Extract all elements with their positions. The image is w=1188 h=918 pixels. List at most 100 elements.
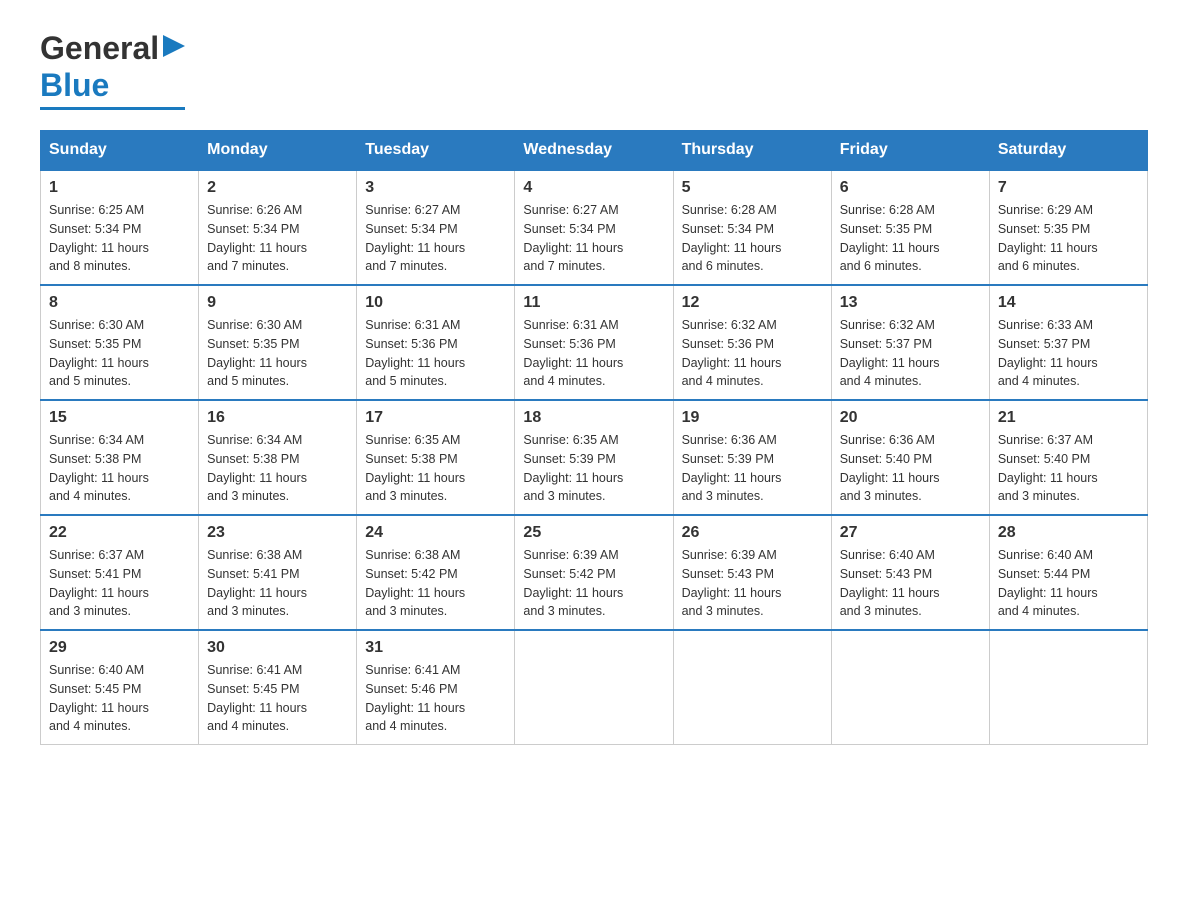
day-number: 30 xyxy=(207,639,348,657)
day-info: Sunrise: 6:40 AM Sunset: 5:45 PM Dayligh… xyxy=(49,663,149,733)
day-number: 11 xyxy=(523,294,664,312)
calendar-cell: 28 Sunrise: 6:40 AM Sunset: 5:44 PM Dayl… xyxy=(989,515,1147,630)
calendar-cell xyxy=(989,630,1147,745)
day-number: 20 xyxy=(840,409,981,427)
day-info: Sunrise: 6:28 AM Sunset: 5:35 PM Dayligh… xyxy=(840,203,940,273)
calendar-cell: 13 Sunrise: 6:32 AM Sunset: 5:37 PM Dayl… xyxy=(831,285,989,400)
logo-general: General xyxy=(40,30,159,67)
day-number: 18 xyxy=(523,409,664,427)
day-info: Sunrise: 6:34 AM Sunset: 5:38 PM Dayligh… xyxy=(49,433,149,503)
day-number: 23 xyxy=(207,524,348,542)
day-info: Sunrise: 6:32 AM Sunset: 5:36 PM Dayligh… xyxy=(682,318,782,388)
day-info: Sunrise: 6:40 AM Sunset: 5:44 PM Dayligh… xyxy=(998,548,1098,618)
calendar-cell: 16 Sunrise: 6:34 AM Sunset: 5:38 PM Dayl… xyxy=(199,400,357,515)
calendar-cell: 15 Sunrise: 6:34 AM Sunset: 5:38 PM Dayl… xyxy=(41,400,199,515)
day-info: Sunrise: 6:35 AM Sunset: 5:39 PM Dayligh… xyxy=(523,433,623,503)
day-number: 31 xyxy=(365,639,506,657)
calendar-cell: 6 Sunrise: 6:28 AM Sunset: 5:35 PM Dayli… xyxy=(831,170,989,285)
day-number: 29 xyxy=(49,639,190,657)
day-number: 5 xyxy=(682,179,823,197)
day-info: Sunrise: 6:30 AM Sunset: 5:35 PM Dayligh… xyxy=(207,318,307,388)
day-info: Sunrise: 6:32 AM Sunset: 5:37 PM Dayligh… xyxy=(840,318,940,388)
calendar-cell: 3 Sunrise: 6:27 AM Sunset: 5:34 PM Dayli… xyxy=(357,170,515,285)
calendar-cell: 5 Sunrise: 6:28 AM Sunset: 5:34 PM Dayli… xyxy=(673,170,831,285)
calendar-cell: 20 Sunrise: 6:36 AM Sunset: 5:40 PM Dayl… xyxy=(831,400,989,515)
day-info: Sunrise: 6:41 AM Sunset: 5:46 PM Dayligh… xyxy=(365,663,465,733)
calendar-cell: 26 Sunrise: 6:39 AM Sunset: 5:43 PM Dayl… xyxy=(673,515,831,630)
calendar-cell: 30 Sunrise: 6:41 AM Sunset: 5:45 PM Dayl… xyxy=(199,630,357,745)
page-header: General Blue xyxy=(40,30,1148,110)
day-number: 22 xyxy=(49,524,190,542)
day-info: Sunrise: 6:31 AM Sunset: 5:36 PM Dayligh… xyxy=(365,318,465,388)
day-number: 7 xyxy=(998,179,1139,197)
calendar-cell xyxy=(831,630,989,745)
day-info: Sunrise: 6:26 AM Sunset: 5:34 PM Dayligh… xyxy=(207,203,307,273)
day-number: 16 xyxy=(207,409,348,427)
calendar-cell: 8 Sunrise: 6:30 AM Sunset: 5:35 PM Dayli… xyxy=(41,285,199,400)
day-number: 6 xyxy=(840,179,981,197)
day-number: 2 xyxy=(207,179,348,197)
calendar-cell: 12 Sunrise: 6:32 AM Sunset: 5:36 PM Dayl… xyxy=(673,285,831,400)
weekday-header-tuesday: Tuesday xyxy=(357,131,515,171)
calendar-cell: 18 Sunrise: 6:35 AM Sunset: 5:39 PM Dayl… xyxy=(515,400,673,515)
calendar-cell: 7 Sunrise: 6:29 AM Sunset: 5:35 PM Dayli… xyxy=(989,170,1147,285)
day-info: Sunrise: 6:35 AM Sunset: 5:38 PM Dayligh… xyxy=(365,433,465,503)
day-info: Sunrise: 6:27 AM Sunset: 5:34 PM Dayligh… xyxy=(523,203,623,273)
day-info: Sunrise: 6:30 AM Sunset: 5:35 PM Dayligh… xyxy=(49,318,149,388)
day-info: Sunrise: 6:38 AM Sunset: 5:41 PM Dayligh… xyxy=(207,548,307,618)
day-number: 25 xyxy=(523,524,664,542)
day-number: 27 xyxy=(840,524,981,542)
day-info: Sunrise: 6:31 AM Sunset: 5:36 PM Dayligh… xyxy=(523,318,623,388)
calendar-table: SundayMondayTuesdayWednesdayThursdayFrid… xyxy=(40,130,1148,745)
day-info: Sunrise: 6:36 AM Sunset: 5:40 PM Dayligh… xyxy=(840,433,940,503)
calendar-cell: 2 Sunrise: 6:26 AM Sunset: 5:34 PM Dayli… xyxy=(199,170,357,285)
day-number: 4 xyxy=(523,179,664,197)
calendar-cell: 31 Sunrise: 6:41 AM Sunset: 5:46 PM Dayl… xyxy=(357,630,515,745)
calendar-cell xyxy=(515,630,673,745)
day-info: Sunrise: 6:39 AM Sunset: 5:42 PM Dayligh… xyxy=(523,548,623,618)
day-number: 24 xyxy=(365,524,506,542)
day-info: Sunrise: 6:27 AM Sunset: 5:34 PM Dayligh… xyxy=(365,203,465,273)
day-info: Sunrise: 6:36 AM Sunset: 5:39 PM Dayligh… xyxy=(682,433,782,503)
calendar-cell: 17 Sunrise: 6:35 AM Sunset: 5:38 PM Dayl… xyxy=(357,400,515,515)
day-number: 21 xyxy=(998,409,1139,427)
day-info: Sunrise: 6:28 AM Sunset: 5:34 PM Dayligh… xyxy=(682,203,782,273)
day-info: Sunrise: 6:37 AM Sunset: 5:40 PM Dayligh… xyxy=(998,433,1098,503)
calendar-cell: 21 Sunrise: 6:37 AM Sunset: 5:40 PM Dayl… xyxy=(989,400,1147,515)
calendar-cell: 19 Sunrise: 6:36 AM Sunset: 5:39 PM Dayl… xyxy=(673,400,831,515)
day-number: 19 xyxy=(682,409,823,427)
day-number: 13 xyxy=(840,294,981,312)
day-number: 8 xyxy=(49,294,190,312)
calendar-cell: 24 Sunrise: 6:38 AM Sunset: 5:42 PM Dayl… xyxy=(357,515,515,630)
day-number: 9 xyxy=(207,294,348,312)
day-info: Sunrise: 6:41 AM Sunset: 5:45 PM Dayligh… xyxy=(207,663,307,733)
day-info: Sunrise: 6:33 AM Sunset: 5:37 PM Dayligh… xyxy=(998,318,1098,388)
logo-triangle-icon xyxy=(163,35,185,57)
day-info: Sunrise: 6:40 AM Sunset: 5:43 PM Dayligh… xyxy=(840,548,940,618)
day-info: Sunrise: 6:37 AM Sunset: 5:41 PM Dayligh… xyxy=(49,548,149,618)
logo-blue: Blue xyxy=(40,67,109,104)
day-number: 17 xyxy=(365,409,506,427)
calendar-cell xyxy=(673,630,831,745)
calendar-cell: 27 Sunrise: 6:40 AM Sunset: 5:43 PM Dayl… xyxy=(831,515,989,630)
weekday-header-sunday: Sunday xyxy=(41,131,199,171)
calendar-cell: 4 Sunrise: 6:27 AM Sunset: 5:34 PM Dayli… xyxy=(515,170,673,285)
day-number: 14 xyxy=(998,294,1139,312)
day-info: Sunrise: 6:34 AM Sunset: 5:38 PM Dayligh… xyxy=(207,433,307,503)
calendar-cell: 11 Sunrise: 6:31 AM Sunset: 5:36 PM Dayl… xyxy=(515,285,673,400)
day-info: Sunrise: 6:39 AM Sunset: 5:43 PM Dayligh… xyxy=(682,548,782,618)
day-number: 1 xyxy=(49,179,190,197)
calendar-cell: 29 Sunrise: 6:40 AM Sunset: 5:45 PM Dayl… xyxy=(41,630,199,745)
weekday-header-saturday: Saturday xyxy=(989,131,1147,171)
day-info: Sunrise: 6:38 AM Sunset: 5:42 PM Dayligh… xyxy=(365,548,465,618)
day-number: 15 xyxy=(49,409,190,427)
calendar-cell: 9 Sunrise: 6:30 AM Sunset: 5:35 PM Dayli… xyxy=(199,285,357,400)
day-info: Sunrise: 6:25 AM Sunset: 5:34 PM Dayligh… xyxy=(49,203,149,273)
calendar-cell: 14 Sunrise: 6:33 AM Sunset: 5:37 PM Dayl… xyxy=(989,285,1147,400)
day-number: 10 xyxy=(365,294,506,312)
weekday-header-monday: Monday xyxy=(199,131,357,171)
day-info: Sunrise: 6:29 AM Sunset: 5:35 PM Dayligh… xyxy=(998,203,1098,273)
day-number: 12 xyxy=(682,294,823,312)
day-number: 26 xyxy=(682,524,823,542)
weekday-header-thursday: Thursday xyxy=(673,131,831,171)
